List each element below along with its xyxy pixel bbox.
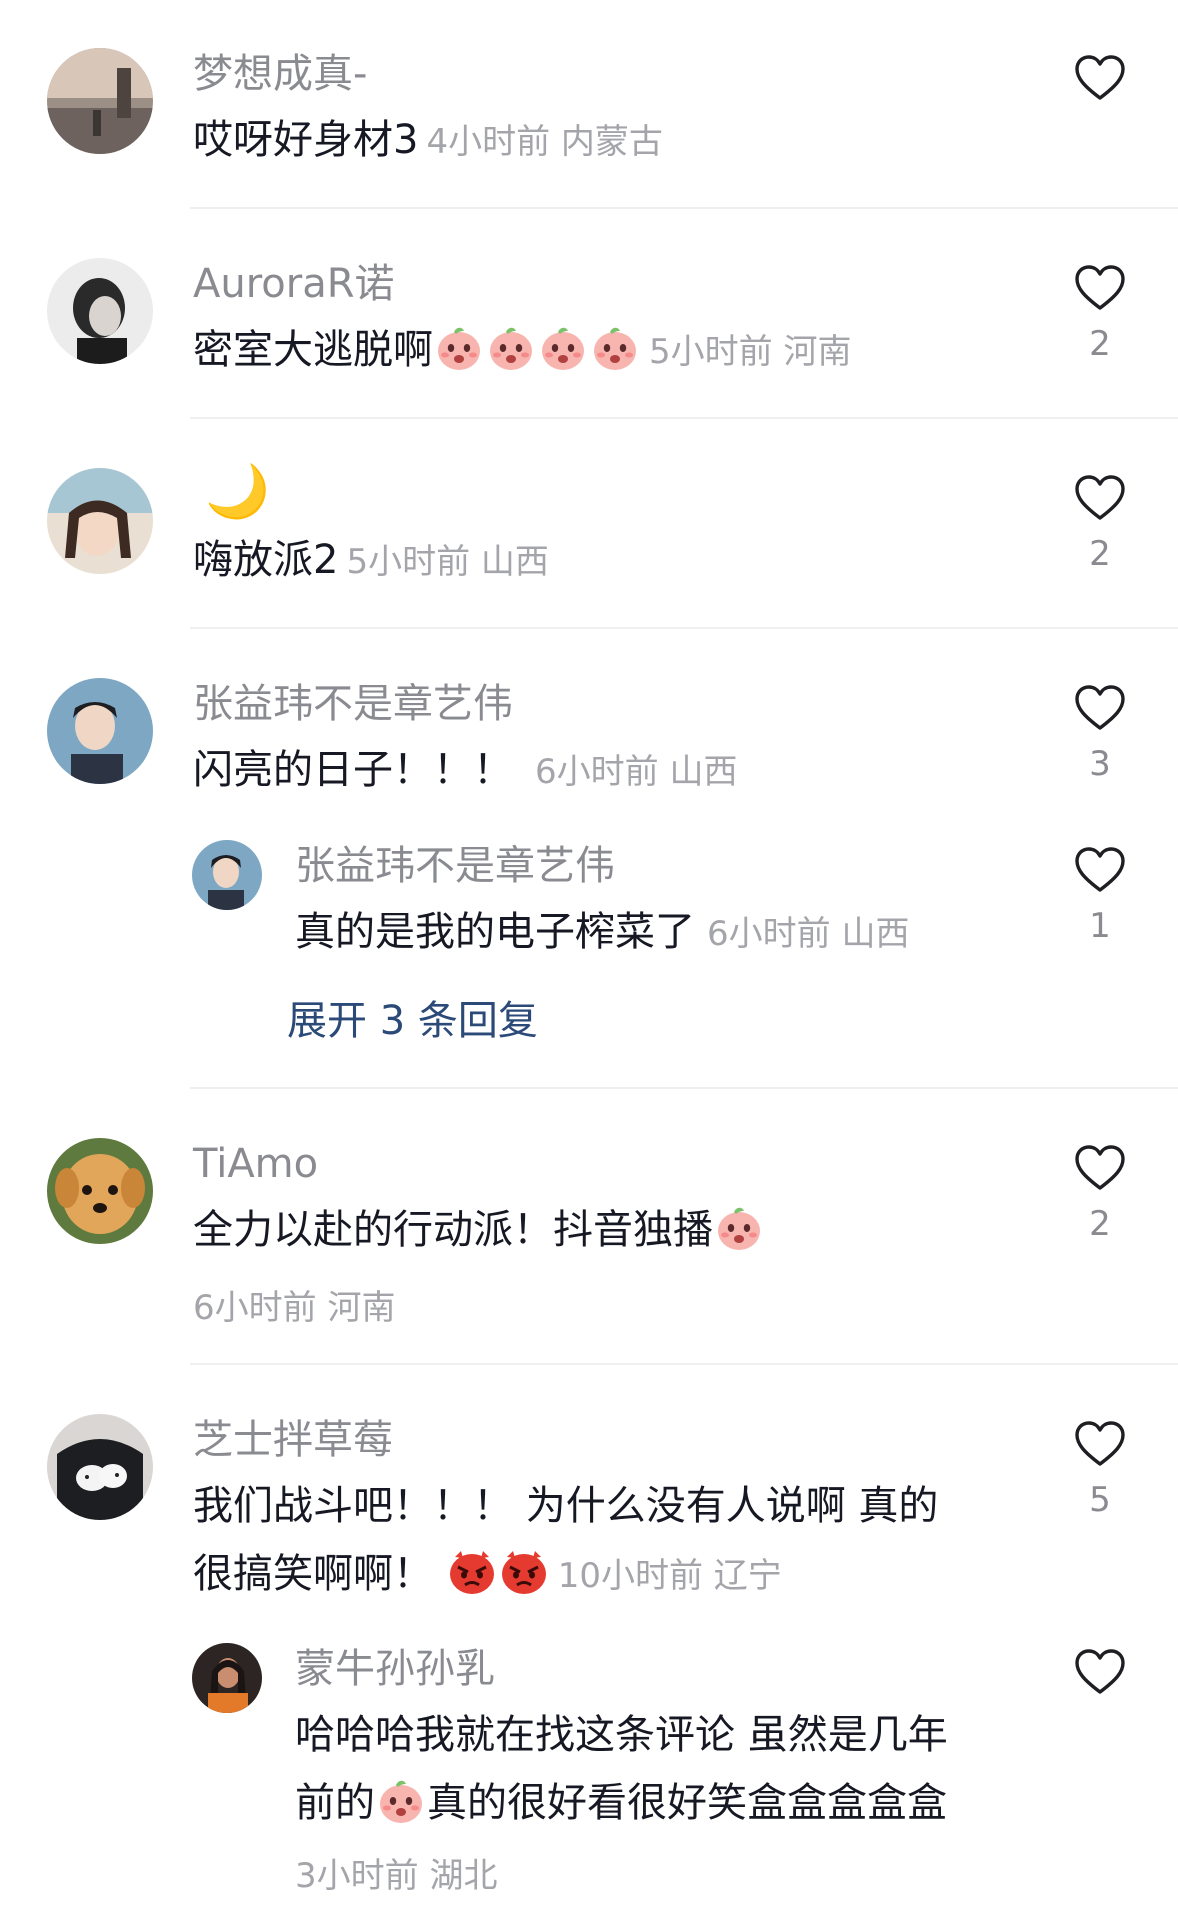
like-button[interactable]: 2 xyxy=(1072,474,1128,574)
username[interactable]: 🌙 xyxy=(205,462,270,522)
comment-meta: 5小时前 山西 xyxy=(346,542,549,582)
heart-outline-icon xyxy=(1074,1648,1126,1696)
expand-replies-link[interactable]: 展开 3 条回复 xyxy=(287,988,538,1046)
like-count: 2 xyxy=(1089,324,1111,364)
reply-meta: 6小时前 山西 xyxy=(707,914,910,954)
heart-outline-icon xyxy=(1074,474,1126,522)
like-button[interactable]: 3 xyxy=(1072,684,1128,784)
reply-body-line: 真的很好看很好笑盒盒盒盒盒 xyxy=(427,1780,947,1826)
heart-outline-icon xyxy=(1074,264,1126,312)
reply-username[interactable]: 张益玮不是章艺伟 xyxy=(295,842,615,890)
peach-emoji xyxy=(486,323,536,373)
heart-outline-icon xyxy=(1074,846,1126,894)
divider xyxy=(190,1087,1178,1089)
comment-body: 嗨放派2 xyxy=(193,537,339,583)
reply-avatar[interactable] xyxy=(192,840,262,910)
like-button[interactable]: 2 xyxy=(1072,264,1128,364)
avatar[interactable] xyxy=(47,468,153,574)
reply-text: 真的是我的电子榨菜了 6小时前 山西 xyxy=(295,898,1055,968)
divider xyxy=(190,207,1178,209)
avatar[interactable] xyxy=(47,1414,153,1520)
like-count: 5 xyxy=(1089,1480,1111,1520)
reply-body: 真的是我的电子榨菜了 xyxy=(295,909,695,955)
avatar[interactable] xyxy=(47,1138,153,1244)
comment-text: 全力以赴的行动派！抖音独播 xyxy=(193,1196,1023,1264)
comment-body-line: 我们战斗吧！！！ 为什么没有人说啊 真的 xyxy=(193,1483,939,1529)
comment-body-line: 很搞笑啊啊！ xyxy=(193,1551,433,1597)
peach-emoji xyxy=(538,323,588,373)
username[interactable]: AuroraR诺 xyxy=(193,260,395,308)
like-count: 3 xyxy=(1089,744,1111,784)
like-count: 2 xyxy=(1089,1204,1111,1244)
avatar[interactable] xyxy=(47,678,153,784)
comment-body: 闪亮的日子！！！ xyxy=(193,747,513,793)
comment-text: 密室大逃脱啊 5小时前 河南 xyxy=(193,316,1023,386)
heart-outline-icon xyxy=(1074,1420,1126,1468)
username[interactable]: 张益玮不是章艺伟 xyxy=(193,680,513,728)
comment-text: 哎呀好身材3 4小时前 内蒙古 xyxy=(193,106,1023,176)
comment-text: 嗨放派2 5小时前 山西 xyxy=(193,526,1023,596)
reply-text: 哈哈哈我就在找这条评论 虽然是几年 前的 真的很好看很好笑盒盒盒盒盒 xyxy=(295,1701,1055,1837)
comment-text: 我们战斗吧！！！ 为什么没有人说啊 真的 很搞笑啊啊！ 10小时前 辽宁 xyxy=(193,1472,1023,1610)
like-button[interactable]: 2 xyxy=(1072,1144,1128,1244)
reply-avatar[interactable] xyxy=(192,1643,262,1713)
reply-body-line: 哈哈哈我就在找这条评论 虽然是几年 xyxy=(295,1712,948,1758)
comment-text: 闪亮的日子！！！ 6小时前 山西 xyxy=(193,736,1023,806)
peach-emoji xyxy=(434,323,484,373)
divider xyxy=(190,627,1178,629)
heart-outline-icon xyxy=(1074,1144,1126,1192)
peach-emoji xyxy=(376,1776,426,1826)
heart-outline-icon xyxy=(1074,54,1126,102)
reply-username[interactable]: 蒙牛孙孙乳 xyxy=(295,1645,495,1693)
reply-like-button[interactable]: 1 xyxy=(1072,846,1128,946)
username[interactable]: 梦想成真- xyxy=(193,50,367,98)
username[interactable]: TiAmo xyxy=(193,1140,318,1188)
comment-meta: 4小时前 内蒙古 xyxy=(426,122,663,162)
heart-outline-icon xyxy=(1074,684,1126,732)
like-button[interactable] xyxy=(1072,54,1128,102)
username[interactable]: 芝士拌草莓 xyxy=(193,1416,393,1464)
comment-body: 哎呀好身材3 xyxy=(193,117,419,163)
comment-body: 密室大逃脱啊 xyxy=(193,327,433,373)
comment-meta: 6小时前 山西 xyxy=(535,752,738,792)
reply-body-line: 前的 xyxy=(295,1780,375,1826)
divider xyxy=(190,1363,1178,1365)
avatar[interactable] xyxy=(47,48,153,154)
divider xyxy=(190,417,1178,419)
reply-meta: 3小时前 湖北 xyxy=(295,1856,498,1896)
avatar[interactable] xyxy=(47,258,153,364)
angry-emoji xyxy=(499,1547,549,1597)
peach-emoji xyxy=(590,323,640,373)
comment-meta: 10小时前 辽宁 xyxy=(557,1556,782,1596)
angry-emoji xyxy=(447,1547,497,1597)
comment-meta: 6小时前 河南 xyxy=(193,1288,396,1328)
like-count: 2 xyxy=(1089,534,1111,574)
like-count: 1 xyxy=(1089,906,1111,946)
comment-body: 全力以赴的行动派！抖音独播 xyxy=(193,1207,713,1253)
comment-meta: 5小时前 河南 xyxy=(649,332,852,372)
like-button[interactable]: 5 xyxy=(1072,1420,1128,1520)
peach-emoji xyxy=(714,1203,764,1253)
reply-like-button[interactable] xyxy=(1072,1648,1128,1696)
